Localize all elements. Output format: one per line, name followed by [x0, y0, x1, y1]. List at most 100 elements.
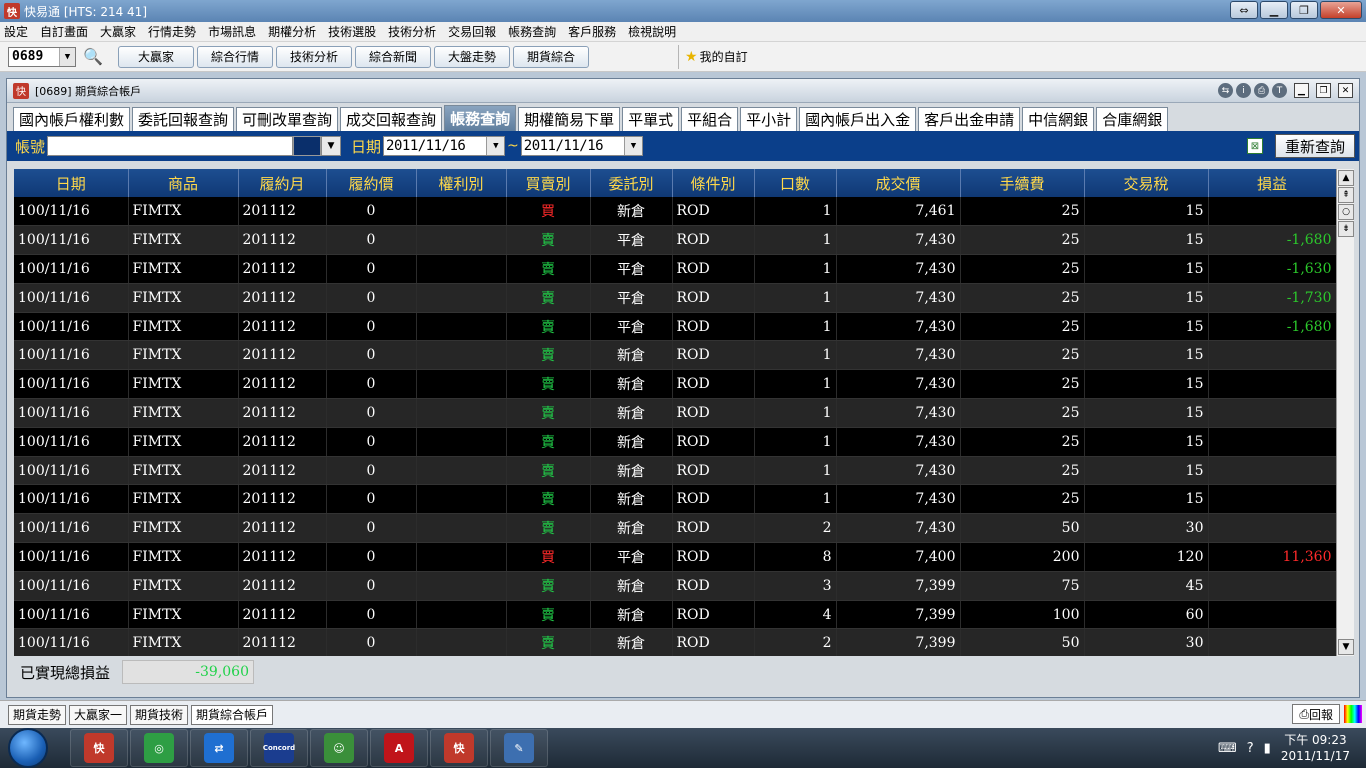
tab-4[interactable]: 帳務查詢 [444, 105, 517, 131]
print-icon[interactable]: ⎙ [1254, 83, 1269, 98]
column-header[interactable]: 日期 [14, 169, 129, 197]
tab-9[interactable]: 國內帳戶出入金 [799, 107, 917, 131]
table-row[interactable]: 100/11/16 FIMTX 201112 0 賣新倉 ROD 1 7,430 25 15 [14, 340, 1336, 371]
scroll-down-icon[interactable]: ▼ [1338, 639, 1354, 655]
menu-item-help[interactable]: 檢視說明 [628, 23, 676, 40]
app-tab-futures-account[interactable]: 期貨綜合帳戶 [191, 704, 274, 725]
table-row[interactable]: 100/11/16 FIMTX 201112 0 賣平倉 ROD 1 7,430 25 15 -1,… [14, 283, 1336, 313]
app-tab-big-winner[interactable]: 大贏家一 [69, 704, 128, 725]
column-header[interactable]: 條件別 [672, 169, 755, 197]
column-header[interactable]: 交易稅 [1084, 169, 1209, 197]
column-header[interactable]: 履約月 [238, 169, 327, 197]
app-tab-futures-technical[interactable]: 期貨技術 [130, 704, 189, 725]
taskbar-item[interactable]: 快 [430, 729, 488, 767]
table-row[interactable]: 100/11/16 FIMTX 201112 0 賣平倉 ROD 1 7,430 25 15 -1,… [14, 225, 1336, 256]
system-clock[interactable]: 下午 09:23 2011/11/17 [1281, 732, 1350, 764]
table-row[interactable]: 100/11/16 FIMTX 201112 0 買平倉 ROD 8 7,400 200 120 1… [14, 542, 1336, 572]
link-icon[interactable]: ⇆ [1218, 83, 1233, 98]
menu-item-customer-service[interactable]: 客戶服務 [568, 23, 616, 40]
text-icon[interactable]: T [1272, 83, 1287, 98]
account-input[interactable] [47, 136, 294, 156]
tab-2[interactable]: 可刪改單查詢 [236, 107, 339, 131]
taskbar-item[interactable]: ✎ [490, 729, 548, 767]
menu-item-quotes[interactable]: 行情走勢 [148, 23, 196, 40]
tab-3[interactable]: 成交回報查詢 [340, 107, 443, 131]
tab-5[interactable]: 期權簡易下單 [518, 107, 621, 131]
close-button[interactable]: ✕ [1320, 1, 1362, 19]
chevron-down-icon[interactable]: ▼ [623, 137, 642, 155]
keyboard-icon[interactable]: ⌨ [1218, 741, 1237, 756]
column-header[interactable]: 成交價 [836, 169, 961, 197]
search-icon[interactable]: 🔍 [82, 47, 104, 67]
taskbar-item[interactable]: ☺ [310, 729, 368, 767]
tab-10[interactable]: 客戶出金申請 [918, 107, 1021, 131]
help-icon[interactable]: ? [1247, 741, 1254, 756]
column-header[interactable]: 履約價 [326, 169, 417, 197]
technical-analysis-button[interactable]: 技術分析 [276, 45, 352, 68]
tab-0[interactable]: 國內帳戶權利數 [13, 107, 131, 131]
table-row[interactable]: 100/11/16 FIMTX 201112 0 賣新倉 ROD 2 7,430 50 30 [14, 513, 1336, 544]
favorites-link[interactable]: ★ 我的自訂 [685, 48, 748, 65]
taskbar-item[interactable]: ◎ [130, 729, 188, 767]
table-row[interactable]: 100/11/16 FIMTX 201112 0 賣平倉 ROD 1 7,430 25 15 -1,… [14, 254, 1336, 284]
column-header[interactable]: 權利別 [416, 169, 507, 197]
tab-11[interactable]: 中信網銀 [1022, 107, 1095, 131]
taskbar-item[interactable]: Concord [250, 729, 308, 767]
tab-1[interactable]: 委託回報查詢 [132, 107, 235, 131]
menu-item-trade-reports[interactable]: 交易回報 [448, 23, 496, 40]
tab-7[interactable]: 平組合 [681, 107, 739, 131]
column-header[interactable]: 買賣別 [506, 169, 591, 197]
scroll-top-icon[interactable]: ⇞ [1338, 187, 1354, 203]
menu-item-options-analysis[interactable]: 期權分析 [268, 23, 316, 40]
vertical-scrollbar[interactable]: ▲ ⇞ ○ ⇟ ▼ [1336, 169, 1354, 656]
scroll-up-icon[interactable]: ▲ [1338, 170, 1354, 186]
taskbar-item[interactable]: 快 [70, 729, 128, 767]
table-row[interactable]: 100/11/16 FIMTX 201112 0 賣新倉 ROD 1 7,430 25 15 [14, 398, 1336, 428]
table-row[interactable]: 100/11/16 FIMTX 201112 0 賣新倉 ROD 1 7,430 25 15 [14, 427, 1336, 457]
minimize-button[interactable]: ▁ [1294, 83, 1309, 98]
network-icon[interactable]: ▮ [1264, 741, 1271, 756]
export-excel-icon[interactable]: ⊠ [1247, 138, 1263, 154]
big-winner-button[interactable]: 大贏家 [118, 45, 194, 68]
column-header[interactable]: 委託別 [590, 169, 673, 197]
scroll-bottom-icon[interactable]: ⇟ [1338, 221, 1354, 237]
taskbar-item[interactable]: A [370, 729, 428, 767]
table-row[interactable]: 100/11/16 FIMTX 201112 0 賣新倉 ROD 2 7,399 50 30 [14, 628, 1336, 656]
minimize-button[interactable]: ▁ [1260, 1, 1288, 19]
stock-code-select[interactable]: 0689 ▼ [8, 46, 76, 67]
requery-button[interactable]: 重新查詢 [1275, 134, 1355, 158]
table-row[interactable]: 100/11/16 FIMTX 201112 0 賣新倉 ROD 4 7,399 100 60 [14, 600, 1336, 630]
menu-item-market-news[interactable]: 市場訊息 [208, 23, 256, 40]
composite-quotes-button[interactable]: 綜合行情 [197, 45, 273, 68]
composite-news-button[interactable]: 綜合新聞 [355, 45, 431, 68]
menu-item-account-query[interactable]: 帳務查詢 [508, 23, 556, 40]
menu-item-stock-screening[interactable]: 技術選股 [328, 23, 376, 40]
restore-arrow-icon[interactable]: ⇔ [1230, 1, 1258, 19]
table-row[interactable]: 100/11/16 FIMTX 201112 0 賣平倉 ROD 1 7,430 25 15 -1,… [14, 312, 1336, 342]
app-tab-futures-trend[interactable]: 期貨走勢 [8, 704, 67, 725]
menu-item-technical-analysis[interactable]: 技術分析 [388, 23, 436, 40]
tab-6[interactable]: 平單式 [622, 107, 680, 131]
table-row[interactable]: 100/11/16 FIMTX 201112 0 賣新倉 ROD 1 7,430 25 15 [14, 484, 1336, 515]
column-header[interactable]: 口數 [754, 169, 837, 197]
date-to-picker[interactable]: 2011/11/16 ▼ [520, 136, 643, 156]
tab-12[interactable]: 合庫網銀 [1096, 107, 1169, 131]
table-row[interactable]: 100/11/16 FIMTX 201112 0 賣新倉 ROD 3 7,399 75 45 [14, 571, 1336, 601]
scroll-center-icon[interactable]: ○ [1338, 204, 1354, 220]
column-header[interactable]: 損益 [1208, 169, 1336, 197]
menu-item-settings[interactable]: 設定 [4, 23, 28, 40]
column-header[interactable]: 商品 [128, 169, 239, 197]
date-from-picker[interactable]: 2011/11/16 ▼ [383, 136, 506, 156]
chevron-down-icon[interactable]: ▼ [321, 136, 342, 156]
taskbar-item[interactable]: ⇄ [190, 729, 248, 767]
tab-8[interactable]: 平小計 [740, 107, 798, 131]
futures-composite-button[interactable]: 期貨綜合 [513, 45, 589, 68]
maximize-button[interactable]: ❐ [1290, 1, 1318, 19]
info-icon[interactable]: i [1236, 83, 1251, 98]
column-header[interactable]: 手續費 [960, 169, 1085, 197]
market-trend-button[interactable]: 大盤走勢 [434, 45, 510, 68]
table-row[interactable]: 100/11/16 FIMTX 201112 0 賣新倉 ROD 1 7,430 25 15 [14, 456, 1336, 486]
chevron-down-icon[interactable]: ▼ [486, 137, 505, 155]
table-row[interactable]: 100/11/16 FIMTX 201112 0 買新倉 ROD 1 7,461 25 15 [14, 197, 1336, 227]
menu-item-custom-screen[interactable]: 自訂畫面 [40, 23, 88, 40]
